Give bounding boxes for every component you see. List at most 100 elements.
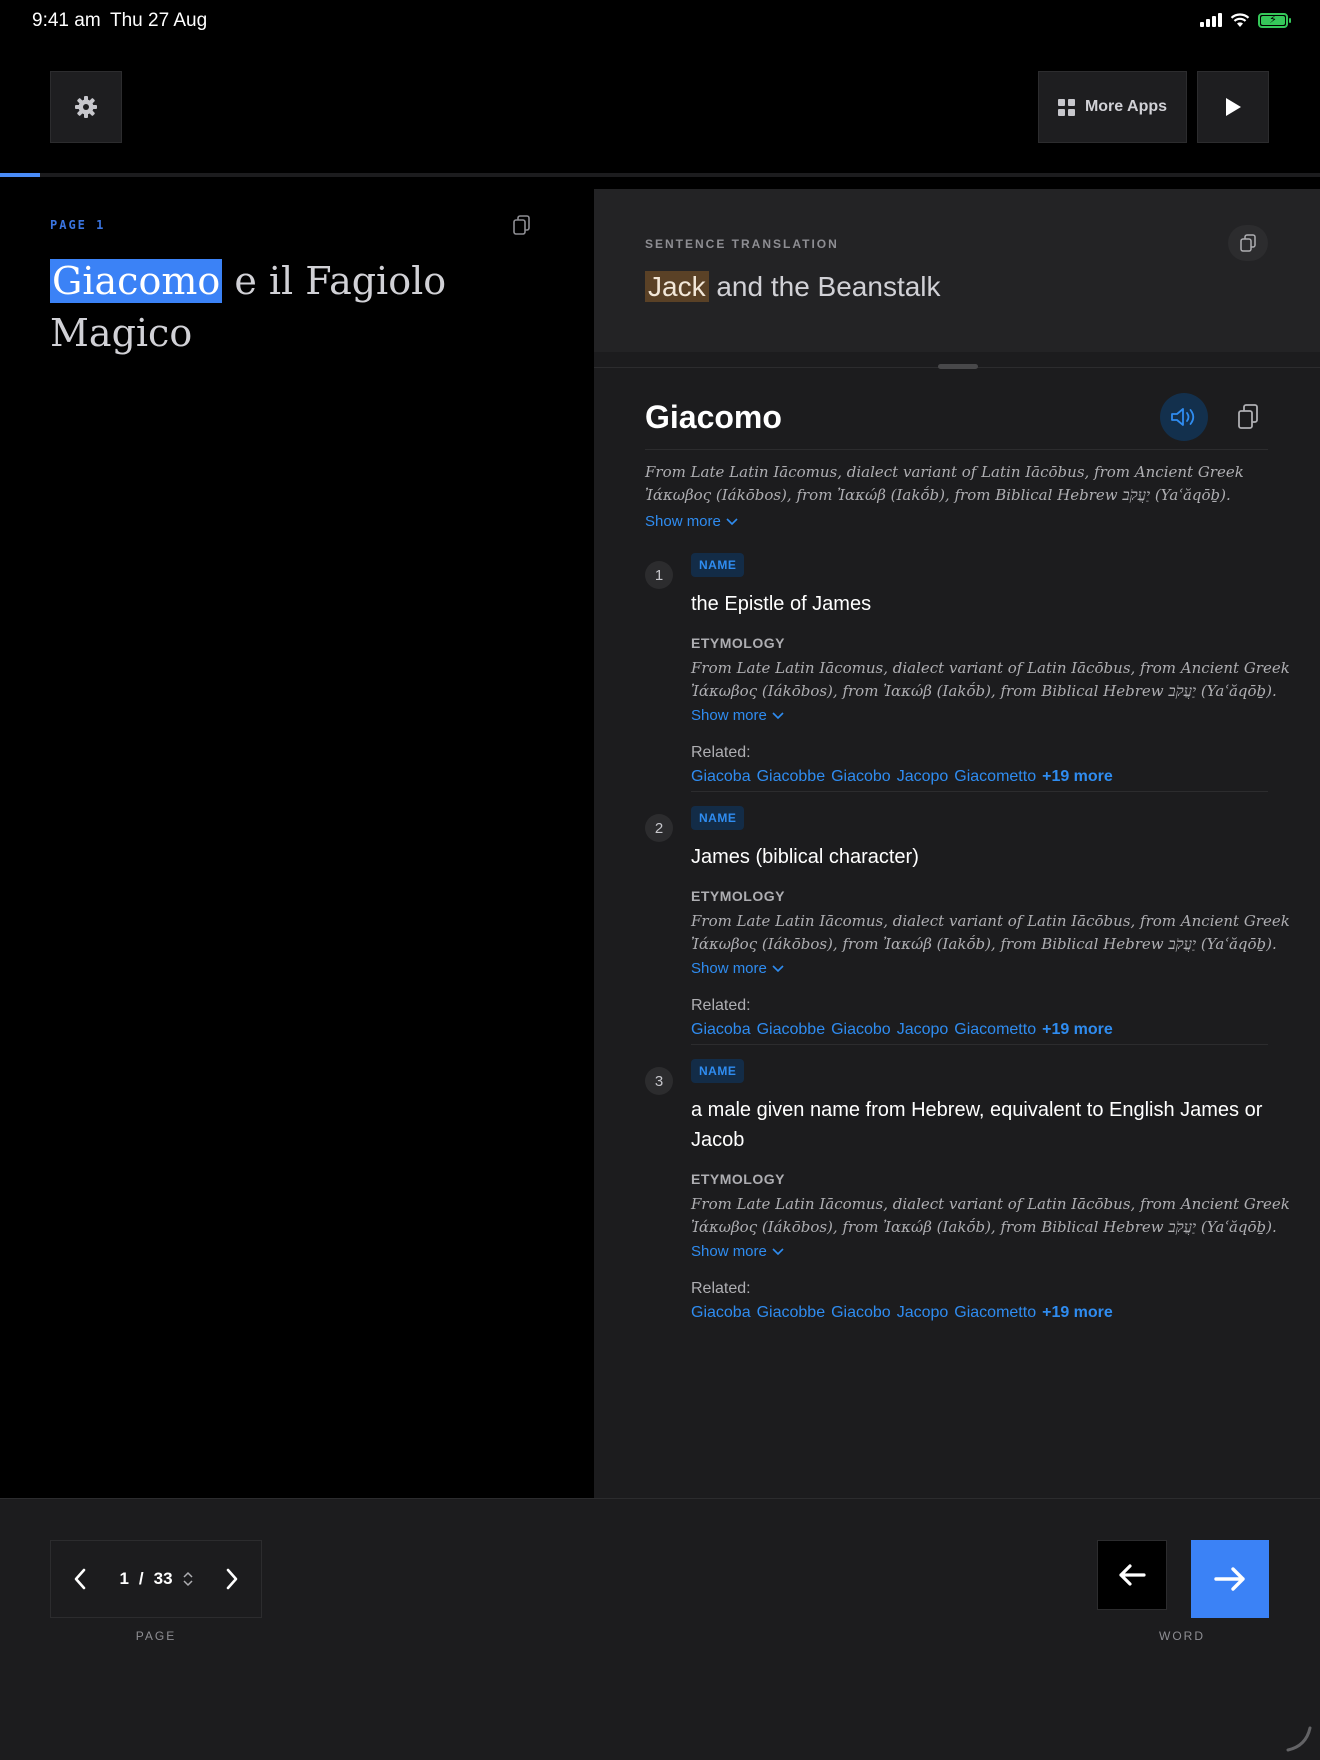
related-more-link[interactable]: +19 more bbox=[1042, 768, 1113, 786]
gear-icon bbox=[75, 96, 97, 118]
more-apps-button[interactable]: More Apps bbox=[1038, 71, 1187, 143]
related-link[interactable]: Giacobbe bbox=[757, 1021, 826, 1039]
page-caption: PAGE bbox=[135, 1629, 177, 1643]
entry-etymology: From Late Latin Iācomus, dialect variant… bbox=[645, 463, 1244, 504]
cellular-signal-icon bbox=[1200, 13, 1222, 27]
status-date: Thu 27 Aug bbox=[110, 10, 208, 31]
chevron-down-icon bbox=[772, 711, 784, 719]
pos-badge: NAME bbox=[691, 806, 745, 830]
translation-block: SENTENCE TRANSLATION Jack and the Beanst… bbox=[594, 189, 1320, 352]
sense-number: 1 bbox=[645, 561, 673, 589]
page-label: PAGE 1 bbox=[50, 218, 106, 232]
source-text-line2[interactable]: Magico bbox=[50, 311, 192, 355]
current-page: 1 bbox=[119, 1569, 129, 1588]
show-more-button[interactable]: Show more bbox=[691, 1243, 1268, 1260]
related-link[interactable]: Giacometto bbox=[954, 1304, 1036, 1322]
more-apps-label: More Apps bbox=[1084, 98, 1168, 115]
translated-word-highlight: Jack bbox=[645, 271, 709, 302]
total-pages: 33 bbox=[153, 1569, 173, 1588]
show-more-button[interactable]: Show more bbox=[691, 960, 1268, 977]
translation-rest: and the Beanstalk bbox=[708, 271, 941, 302]
pronounce-button[interactable] bbox=[1160, 393, 1208, 441]
page-navigator: 1 / 33 bbox=[50, 1540, 262, 1618]
related-more-link[interactable]: +19 more bbox=[1042, 1021, 1113, 1039]
related-link[interactable]: Jacopo bbox=[897, 1304, 949, 1322]
chevron-down-icon bbox=[772, 1247, 784, 1255]
previous-word-button[interactable] bbox=[1097, 1540, 1167, 1610]
bottom-bar: 1 / 33 PAGE WORD bbox=[0, 1498, 1320, 1760]
dictionary-pane: SENTENCE TRANSLATION Jack and the Beanst… bbox=[594, 189, 1320, 1498]
speaker-icon bbox=[1171, 408, 1195, 426]
related-link[interactable]: Giacometto bbox=[954, 768, 1036, 786]
etymology-label: ETYMOLOGY bbox=[691, 888, 785, 904]
resize-corner-icon bbox=[1286, 1726, 1312, 1752]
play-icon bbox=[1226, 98, 1241, 116]
battery-icon: ⚡ bbox=[1258, 12, 1291, 28]
sentence-translation-label: SENTENCE TRANSLATION bbox=[645, 237, 839, 251]
related-link[interactable]: Giacobo bbox=[831, 1021, 891, 1039]
sense-divider bbox=[691, 791, 1268, 792]
related-link[interactable]: Giacometto bbox=[954, 1021, 1036, 1039]
show-more-button[interactable]: Show more bbox=[691, 707, 1268, 724]
sense-gloss: the Epistle of James bbox=[691, 593, 872, 615]
related-label: Related: bbox=[691, 1280, 751, 1297]
related-links: Giacoba Giacobbe Giacobo Jacopo Giacomet… bbox=[691, 768, 1268, 786]
page-selector[interactable]: 1 / 33 bbox=[119, 1569, 193, 1589]
grid-icon bbox=[1057, 98, 1075, 116]
prev-page-button[interactable] bbox=[73, 1568, 87, 1590]
status-icons: ⚡ bbox=[1200, 12, 1291, 28]
related-link[interactable]: Giacoba bbox=[691, 1021, 751, 1039]
show-more-label: Show more bbox=[691, 1243, 767, 1260]
chevron-up-down-icon bbox=[183, 1571, 193, 1587]
sense-gloss: James (biblical character) bbox=[691, 846, 919, 868]
entry-word: Giacomo bbox=[645, 399, 782, 435]
sense-number: 3 bbox=[645, 1067, 673, 1095]
show-more-label: Show more bbox=[691, 707, 767, 724]
related-label: Related: bbox=[691, 997, 751, 1014]
etymology-text: From Late Latin Iācomus, dialect variant… bbox=[691, 1195, 1290, 1236]
sense-number: 2 bbox=[645, 814, 673, 842]
sense-divider bbox=[691, 1044, 1268, 1045]
related-links: Giacoba Giacobbe Giacobo Jacopo Giacomet… bbox=[691, 1304, 1268, 1322]
copy-icon[interactable] bbox=[512, 214, 532, 236]
related-more-link[interactable]: +19 more bbox=[1042, 1304, 1113, 1322]
show-more-label: Show more bbox=[645, 513, 721, 530]
wifi-icon bbox=[1230, 13, 1250, 27]
source-text: Giacomo e il Fagiolo Magico bbox=[50, 255, 570, 359]
drag-handle[interactable] bbox=[938, 364, 978, 369]
reading-pane: PAGE 1 Giacomo e il Fagiolo Magico bbox=[0, 177, 594, 1498]
related-link[interactable]: Giacoba bbox=[691, 768, 751, 786]
settings-button[interactable] bbox=[50, 71, 122, 143]
next-word-button[interactable] bbox=[1191, 1540, 1269, 1618]
selected-word[interactable]: Giacomo bbox=[50, 259, 223, 303]
chevron-down-icon bbox=[772, 964, 784, 972]
etymology-text: From Late Latin Iācomus, dialect variant… bbox=[691, 912, 1290, 953]
related-links: Giacoba Giacobbe Giacobo Jacopo Giacomet… bbox=[691, 1021, 1268, 1039]
related-link[interactable]: Jacopo bbox=[897, 1021, 949, 1039]
translation-text: Jack and the Beanstalk bbox=[645, 271, 941, 303]
show-more-button[interactable]: Show more bbox=[645, 513, 738, 530]
pos-badge: NAME bbox=[691, 553, 745, 577]
chevron-down-icon bbox=[726, 517, 738, 525]
etymology-label: ETYMOLOGY bbox=[691, 635, 785, 651]
related-link[interactable]: Giacobbe bbox=[757, 1304, 826, 1322]
copy-word-button[interactable] bbox=[1228, 393, 1268, 441]
pos-badge: NAME bbox=[691, 1059, 745, 1083]
related-link[interactable]: Giacobbe bbox=[757, 768, 826, 786]
related-link[interactable]: Giacobo bbox=[831, 768, 891, 786]
page-separator: / bbox=[138, 1569, 144, 1588]
play-button[interactable] bbox=[1197, 71, 1269, 143]
copy-icon bbox=[1238, 404, 1258, 429]
related-link[interactable]: Giacobo bbox=[831, 1304, 891, 1322]
related-label: Related: bbox=[691, 744, 751, 761]
copy-translation-button[interactable] bbox=[1228, 225, 1268, 261]
show-more-label: Show more bbox=[691, 960, 767, 977]
related-link[interactable]: Giacoba bbox=[691, 1304, 751, 1322]
next-page-button[interactable] bbox=[225, 1568, 239, 1590]
source-text-line1[interactable]: e il Fagiolo bbox=[222, 259, 446, 303]
etymology-text: From Late Latin Iācomus, dialect variant… bbox=[691, 659, 1290, 700]
related-link[interactable]: Jacopo bbox=[897, 768, 949, 786]
copy-icon bbox=[1240, 234, 1256, 252]
sense-gloss: a male given name from Hebrew, equivalen… bbox=[691, 1099, 1263, 1151]
arrow-left-icon bbox=[1119, 1564, 1146, 1586]
